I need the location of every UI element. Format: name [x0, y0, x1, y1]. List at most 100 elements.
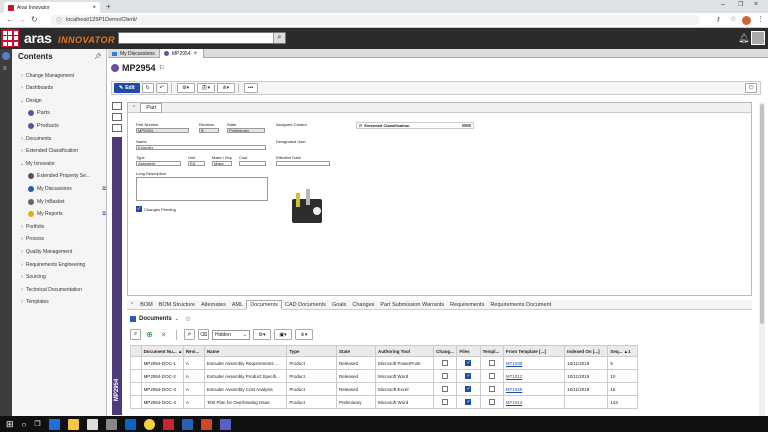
scrollbar-thumb[interactable] [760, 104, 764, 324]
table-row[interactable]: MP2954-DOC-4 A Test Plan for Overheating I… [130, 395, 638, 409]
chrome-icon[interactable] [143, 418, 155, 430]
open-external-icon[interactable]: ⧉ [102, 186, 106, 192]
template-checkbox[interactable] [488, 398, 495, 405]
column-header[interactable]: State [335, 345, 377, 357]
sidebar-item-products[interactable]: Products [28, 121, 106, 130]
discussion-panel-button[interactable]: 💬︎ [745, 83, 757, 93]
windows-start-icon[interactable]: ⊞ [6, 419, 14, 430]
sidebar-item-quality-management[interactable]: › Quality Management [18, 247, 106, 256]
column-header[interactable]: Templ... [479, 345, 504, 357]
changes-checkbox[interactable] [442, 372, 449, 379]
sidebar-item-requirements-engineering[interactable]: › Requirements Engineering [18, 260, 106, 269]
tab-part-submission-warrants[interactable]: Part Submission Warrants [377, 302, 447, 308]
sidebar-item-parts[interactable]: Parts [28, 109, 106, 118]
tab-goals[interactable]: Goals [329, 302, 349, 308]
browser-tab[interactable]: Aras Innovator × [4, 2, 100, 13]
changes-checkbox[interactable] [442, 398, 449, 405]
more-button[interactable]: ••• [243, 83, 258, 93]
undo-button[interactable]: ↶ [155, 83, 168, 93]
header-search-input[interactable]: ⌕ [118, 32, 286, 44]
collapse-bar-icon[interactable] [462, 124, 471, 127]
outlook-icon[interactable] [124, 418, 136, 430]
column-header[interactable]: Seq... ▲1 [607, 345, 638, 357]
part-tab[interactable]: Part [140, 102, 163, 113]
files-checkbox[interactable]: ✓ [465, 360, 472, 366]
clear-search-icon[interactable]: ⌫ [198, 329, 209, 340]
column-header[interactable]: Chang... [433, 345, 458, 357]
type-select[interactable]: Assembly [136, 161, 181, 166]
column-header[interactable]: Indexed On [...] [564, 345, 609, 357]
flag-icon[interactable]: ⚐ [159, 64, 165, 72]
sidebar-item-my-discussions[interactable]: My Discussions ⧉ [28, 184, 106, 193]
tab-cad-documents[interactable]: CAD Documents [282, 302, 329, 308]
collapse-icon[interactable]: ⌃ [130, 302, 134, 308]
main-scrollbar[interactable] [759, 102, 765, 416]
url-bar[interactable]: ⓘ localhost/125P1Demo/Client/ [50, 15, 700, 25]
app-icon[interactable] [162, 418, 174, 430]
add-icon[interactable]: ⊕ [144, 329, 155, 340]
template-checkbox[interactable] [488, 372, 495, 379]
sidebar-item-my-innovator[interactable]: ⌄ My Innovator [18, 159, 106, 168]
user-avatar[interactable] [751, 31, 765, 45]
revision-field[interactable]: B [199, 128, 219, 133]
menu-icon[interactable]: ⋮ [757, 15, 764, 23]
close-icon[interactable]: × [194, 51, 198, 57]
minimize-icon[interactable]: – [721, 1, 725, 8]
template-link[interactable]: MT1025 [506, 387, 523, 392]
sidebar-item-documents[interactable]: › Documents [18, 134, 106, 143]
table-row[interactable]: MP2954-DOC-1 A Extruder Assembly Requireme… [130, 356, 638, 370]
profile-icon[interactable] [742, 16, 751, 25]
pin-icon[interactable]: 📌︎ [94, 53, 102, 60]
template-checkbox[interactable] [488, 385, 495, 392]
tab-aml[interactable]: AML [229, 302, 246, 308]
search-icon[interactable]: ⌕ [273, 33, 285, 43]
sidebar-item-extended-classification[interactable]: › Extended Classification [18, 147, 106, 156]
sidebar-item-change-management[interactable]: › Change Management [18, 71, 106, 80]
column-header[interactable]: Name [203, 345, 288, 357]
template-link[interactable]: MT1039 [506, 361, 523, 366]
search-icon[interactable]: ○ [22, 420, 27, 429]
sidebar-item-process[interactable]: › Process [18, 235, 106, 244]
sidebar-item-extended-property-se[interactable]: Extended Property Se... [28, 172, 106, 181]
word-icon[interactable] [181, 418, 193, 430]
column-header[interactable]: Files [456, 345, 481, 357]
star-icon[interactable]: ☆ [185, 315, 191, 323]
sidebar-item-templates[interactable]: › Templates [18, 298, 106, 307]
tab-mp2954[interactable]: MP2954 × [160, 49, 204, 58]
bell-icon[interactable]: 🔔︎ [738, 33, 749, 44]
sidebar-item-my-inbasket[interactable]: My InBasket [28, 197, 106, 206]
export-button[interactable]: ▣▾ [274, 329, 292, 340]
extended-classification-panel[interactable]: ⊟ Extended Classification [356, 122, 474, 129]
window-close-icon[interactable]: × [754, 1, 758, 8]
column-header[interactable]: From Template [...] [502, 345, 566, 357]
sidebar-item-dashboards[interactable]: › Dashboards [18, 84, 106, 93]
cost-field[interactable] [239, 161, 266, 166]
image-view-icon[interactable] [112, 124, 122, 132]
tab-bom-structure[interactable]: BOM Structure [156, 302, 198, 308]
tab-bom[interactable]: BOM [137, 302, 156, 308]
files-checkbox[interactable]: ✓ [465, 373, 472, 379]
sidebar-item-technical-documentation[interactable]: › Technical Documentation [18, 285, 106, 294]
powerpoint-icon[interactable] [200, 418, 212, 430]
forward-icon[interactable]: → [18, 15, 26, 24]
rail-menu-icon[interactable]: ≡ [3, 66, 7, 72]
file-explorer-icon[interactable] [67, 418, 79, 430]
restore-icon[interactable]: ❐ [738, 1, 743, 8]
tab-alternates[interactable]: Alternates [198, 302, 229, 308]
star-icon[interactable]: ☆ [730, 15, 736, 23]
chevron-down-icon[interactable]: ⌄ [175, 316, 179, 322]
template-checkbox[interactable] [488, 359, 495, 366]
teams-icon[interactable] [219, 418, 231, 430]
edge-icon[interactable] [48, 418, 60, 430]
collapse-icon[interactable]: ⌃ [132, 105, 136, 111]
task-view-icon[interactable]: ❐ [34, 420, 40, 428]
search-icon[interactable]: ⌕ [184, 329, 195, 340]
tab-my-discussions[interactable]: My Discussions [108, 49, 160, 58]
template-link[interactable]: MT1014 [506, 400, 523, 405]
column-header[interactable]: Revi... [182, 345, 205, 357]
close-tab-icon[interactable]: × [92, 5, 96, 11]
rail-contents-icon[interactable] [2, 52, 10, 60]
share-button[interactable]: ⋔▾ [216, 83, 235, 93]
long-description-field[interactable] [136, 177, 268, 201]
search-button[interactable]: ⌕ [130, 329, 141, 340]
